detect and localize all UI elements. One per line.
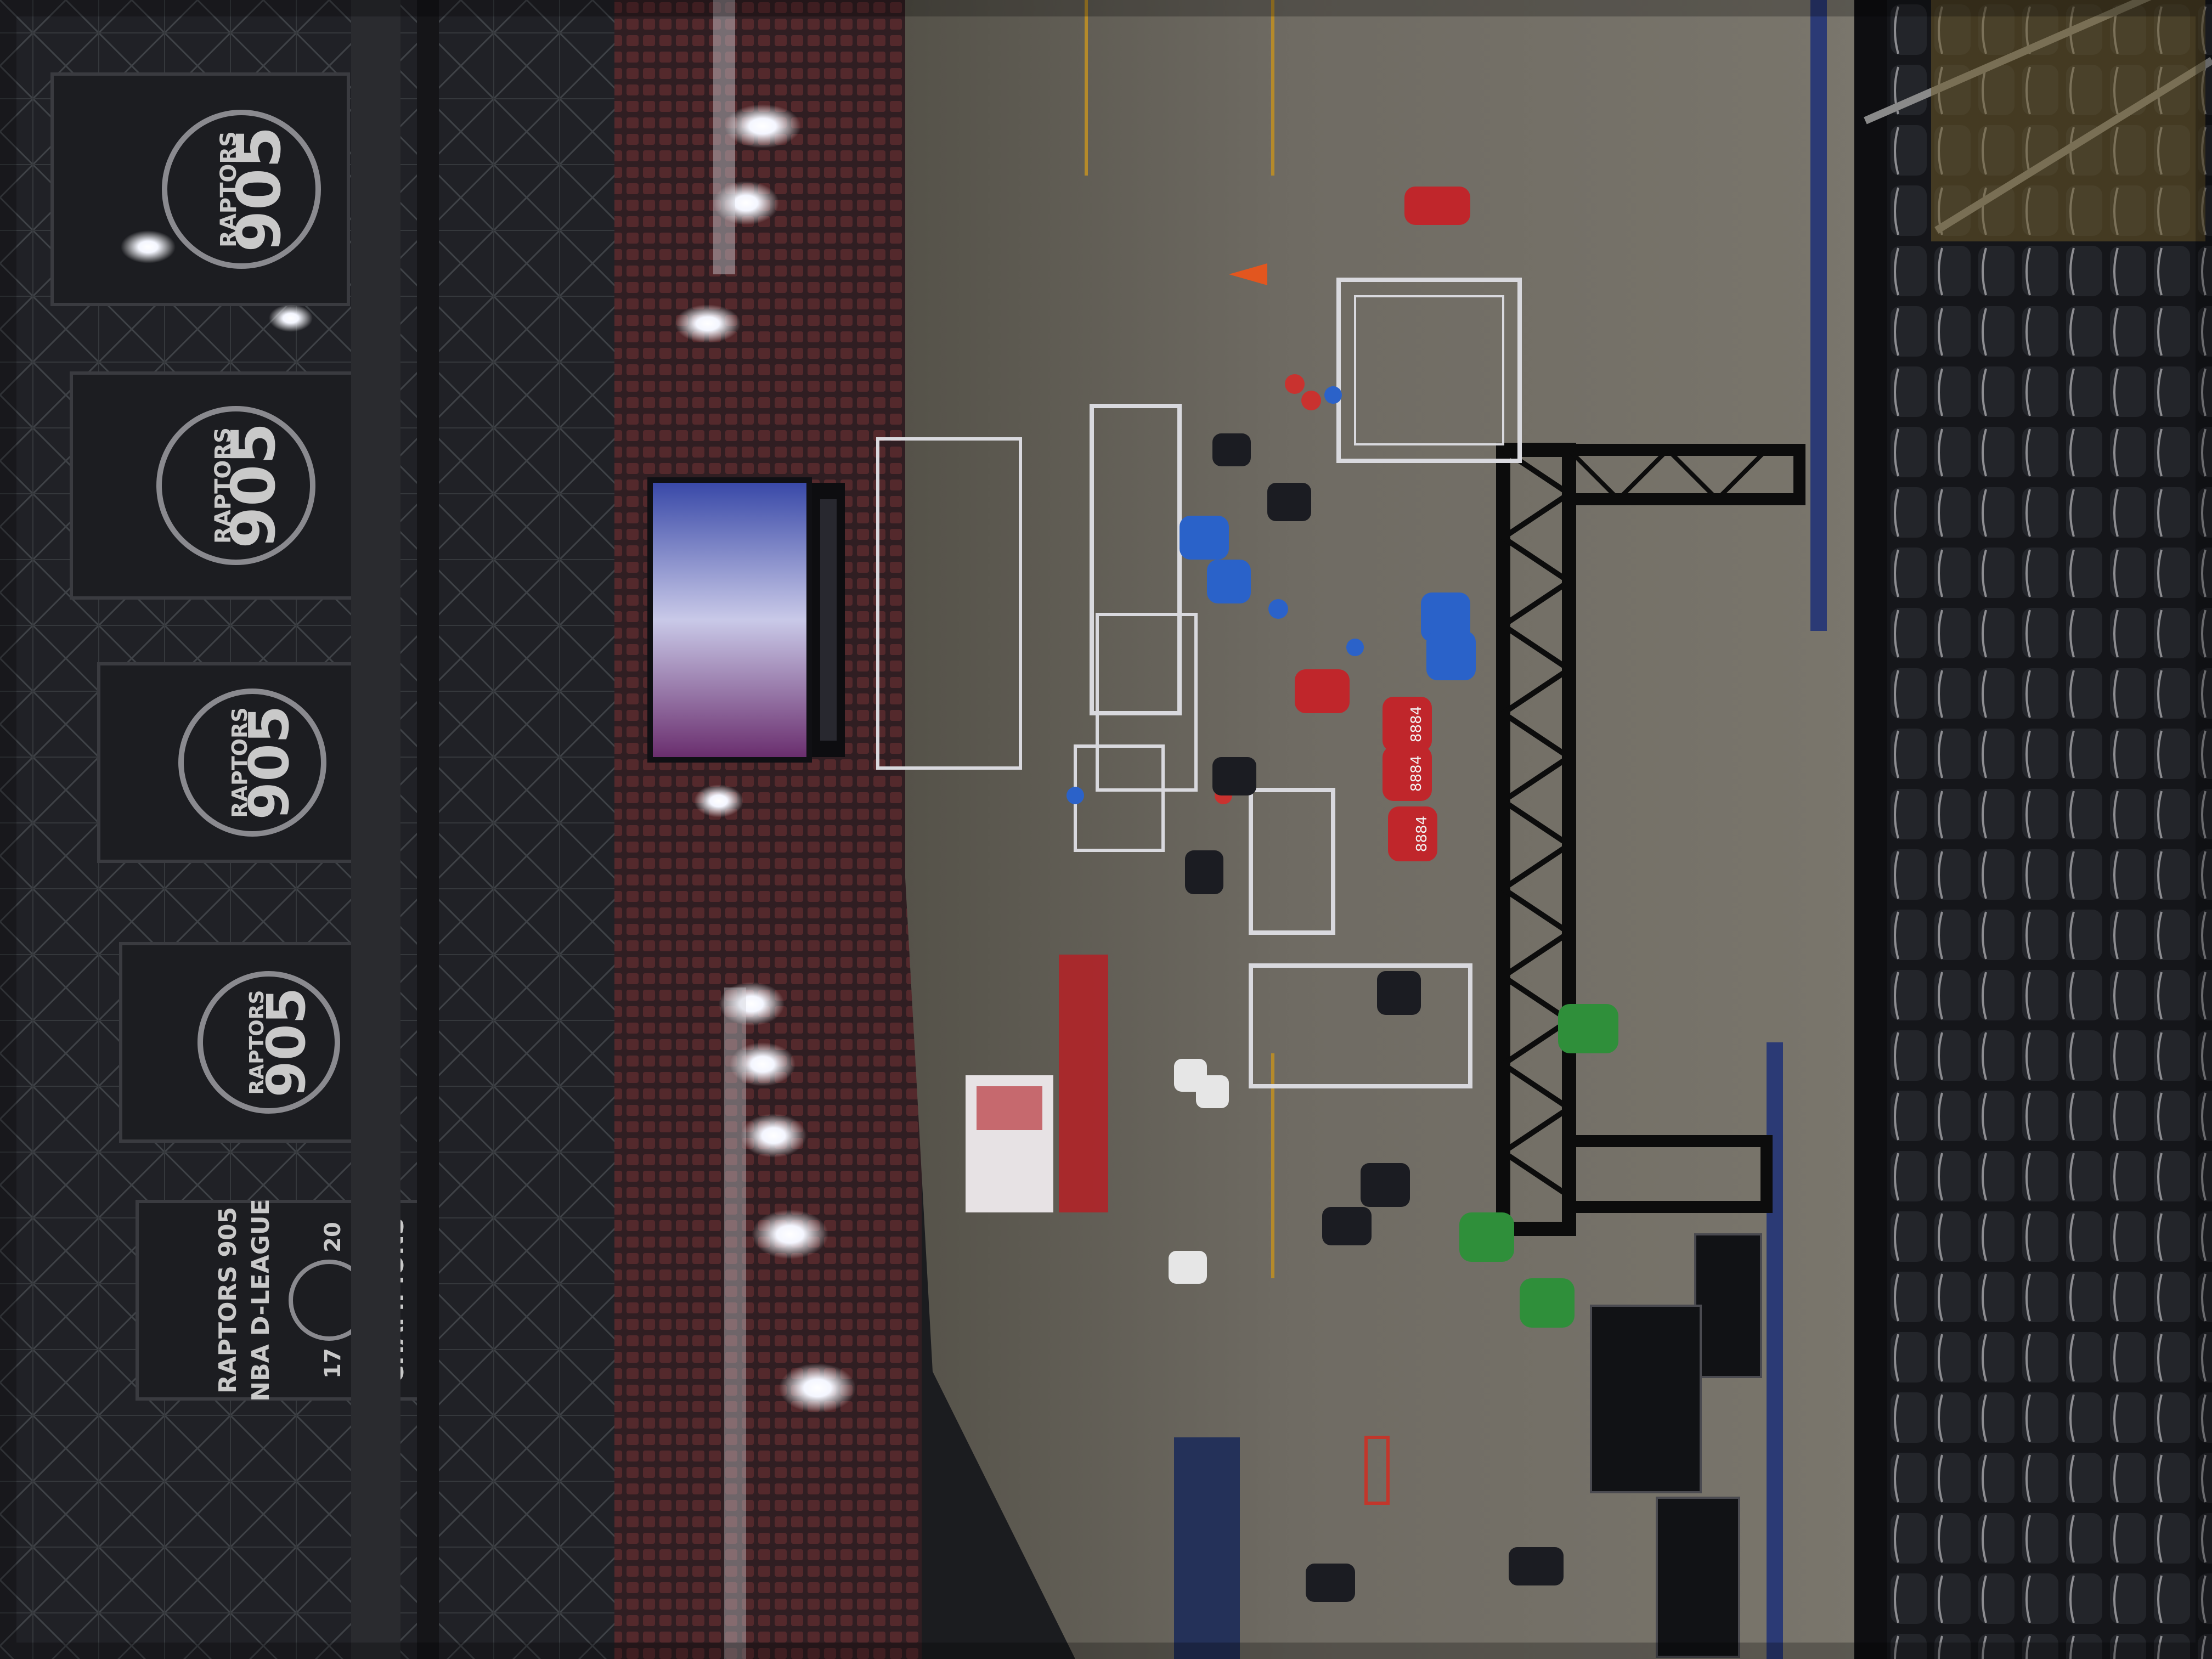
banner-3: RAPTORS 905: [97, 662, 386, 863]
banner-3-line2: 905: [237, 706, 301, 820]
near-seating: [1876, 0, 2212, 1659]
banner-4-line2: 905: [256, 988, 317, 1097]
jumbotron: [647, 477, 845, 763]
banner-2-line2: 905: [218, 422, 289, 549]
jersey-number-1: 8884: [1408, 706, 1425, 742]
banner-2: RAPTORS 905: [70, 371, 358, 600]
banner-1: RAPTORS 905: [50, 72, 350, 306]
banner-champions-year-left: 20: [320, 1222, 346, 1252]
banner-champions-year-right: 17: [320, 1348, 346, 1379]
banner-champions-line2: NBA D-LEAGUE: [247, 1199, 275, 1401]
scoring-table: [1174, 1437, 1240, 1659]
banner-1-line2: 905: [224, 126, 294, 252]
jersey-number-2: 8884: [1408, 755, 1425, 792]
jersey-number-3: 8884: [1414, 816, 1430, 852]
arena-photo: RAPTORS 905 RAPTORS 905 RAPTORS 905 RAPT…: [0, 0, 2212, 1659]
banner-champions-line1: RAPTORS 905: [214, 1207, 242, 1393]
